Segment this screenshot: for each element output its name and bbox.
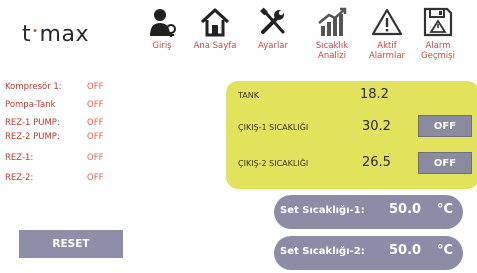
status-value: OFF — [87, 118, 104, 128]
outlet2-value: 26.5 — [362, 155, 391, 170]
brand-logo: t•max — [22, 22, 89, 47]
tank-value: 18.2 — [360, 87, 389, 102]
status-name: Kompresör 1: — [5, 82, 62, 92]
status-row-kompresor: Kompresör 1: OFF — [5, 82, 115, 96]
nav-ana-sayfa[interactable]: Ana Sayfa — [190, 6, 240, 51]
nav-label-sicaklik-analizi: Sıcaklık Analizi — [315, 41, 349, 61]
outlet2-off-button[interactable]: OFF — [418, 152, 472, 174]
home-icon — [200, 8, 230, 37]
floppy-save-icon — [423, 7, 453, 37]
setpoint-2-value: 50.0 — [389, 243, 422, 258]
outlet2-label: ÇIKIŞ-2 SICAKLIĞI — [238, 159, 309, 168]
status-value: OFF — [87, 153, 104, 163]
logo-text-max: max — [39, 22, 89, 47]
wrench-screwdriver-icon — [260, 7, 285, 34]
setpoint-2-unit: °C — [437, 243, 454, 258]
setpoint-1-button[interactable]: Set Sıcaklığı-1: 50.0 °C — [274, 195, 463, 229]
setpoint-2-button[interactable]: Set Sıcaklığı-2: 50.0 °C — [274, 236, 463, 270]
status-name: REZ-2 PUMP: — [5, 132, 60, 142]
status-row-rez1: REZ-1: OFF — [5, 153, 115, 167]
reset-button[interactable]: RESET — [19, 230, 123, 258]
status-value: OFF — [87, 82, 104, 92]
setpoint-1-label: Set Sıcaklığı-1: — [280, 205, 365, 216]
status-value: OFF — [87, 100, 104, 110]
status-row-rez2: REZ-2: OFF — [5, 173, 115, 187]
status-row-rez2-pump: REZ-2 PUMP: OFF — [5, 132, 115, 146]
setpoint-2-label: Set Sıcaklığı-2: — [280, 246, 365, 257]
warning-icon — [371, 8, 403, 36]
outlet1-off-button[interactable]: OFF — [418, 115, 472, 137]
nav-sicaklik-analizi[interactable]: Sıcaklık Analizi — [308, 6, 356, 61]
nav-alarm-gecmisi[interactable]: Alarm Geçmişi — [415, 6, 461, 61]
setpoint-1-value: 50.0 — [389, 202, 422, 217]
logo-dot: • — [32, 26, 39, 37]
tank-label: TANK — [238, 91, 259, 100]
status-name: Pompa-Tank — [5, 100, 56, 110]
nav-label-ayarlar: Ayarlar — [257, 41, 289, 51]
outlet1-value: 30.2 — [362, 119, 391, 134]
nav-giris[interactable]: Giriş — [140, 6, 184, 51]
setpoint-1-unit: °C — [437, 202, 454, 217]
nav-label-giris: Giriş — [152, 41, 172, 51]
status-name: REZ-1 PUMP: — [5, 118, 60, 128]
logo-letter-t: t — [22, 22, 32, 47]
nav-label-alarm-gecmisi: Alarm Geçmişi — [421, 41, 455, 61]
chart-growth-icon — [318, 7, 347, 36]
status-value: OFF — [87, 132, 104, 142]
outlet1-label: ÇIKIŞ-1 SICAKLIĞI — [238, 123, 309, 132]
nav-label-aktif-alarmlar: Aktif Alarmlar — [368, 41, 406, 61]
status-row-rez1-pump: REZ-1 PUMP: OFF — [5, 118, 115, 132]
nav-ayarlar[interactable]: Ayarlar — [251, 6, 295, 51]
temperature-panel: TANK 18.2 ÇIKIŞ-1 SICAKLIĞI 30.2 OFF ÇIK… — [226, 81, 477, 189]
nav-label-ana-sayfa: Ana Sayfa — [193, 41, 237, 51]
user-login-icon — [150, 9, 176, 37]
status-value: OFF — [87, 173, 104, 183]
status-row-pompa-tank: Pompa-Tank OFF — [5, 100, 115, 114]
nav-aktif-alarmlar[interactable]: Aktif Alarmlar — [364, 6, 410, 61]
status-name: REZ-1: — [5, 153, 34, 163]
status-name: REZ-2: — [5, 173, 34, 183]
